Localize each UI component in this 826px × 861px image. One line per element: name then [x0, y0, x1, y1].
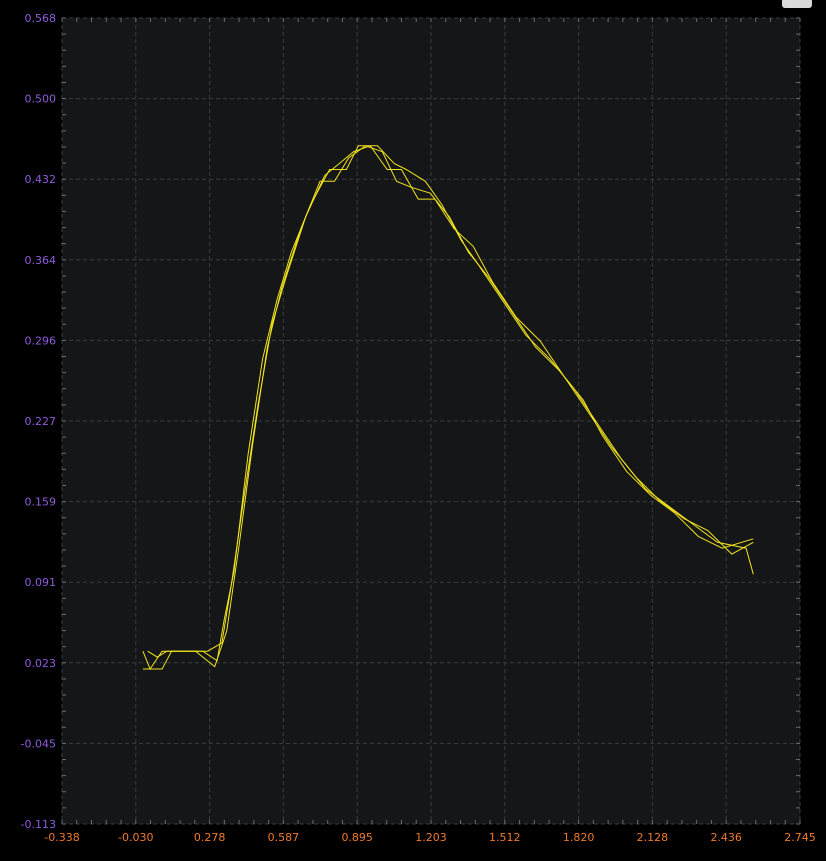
x-tick-label: 1.512	[489, 831, 521, 844]
y-tick-label: 0.159	[25, 496, 57, 509]
x-tick-label: 2.745	[784, 831, 816, 844]
y-tick-label: 0.364	[25, 254, 57, 267]
x-tick-label: 2.436	[710, 831, 742, 844]
y-tick-label: 0.432	[25, 173, 57, 186]
x-tick-label: 2.128	[637, 831, 669, 844]
y-tick-label: 0.296	[25, 334, 57, 347]
x-tick-label: 1.203	[415, 831, 447, 844]
y-tick-label: 0.023	[25, 657, 57, 670]
y-tick-label: -0.113	[21, 818, 56, 831]
corner-handle[interactable]	[782, 0, 812, 8]
y-tick-label: -0.045	[21, 737, 56, 750]
x-tick-label: -0.338	[44, 831, 79, 844]
y-tick-label: 0.091	[25, 576, 57, 589]
chart-frame: 0.568 0.500 0.432 0.364 0.296 0.227 0.159 0.091…	[0, 0, 826, 861]
x-tick-label: 1.820	[563, 831, 595, 844]
line-chart: 0.568 0.500 0.432 0.364 0.296 0.227 0.159 0.091…	[21, 12, 816, 844]
x-tick-label: 0.895	[341, 831, 373, 844]
x-axis-ticks: -0.338 -0.030 0.278 0.587 0.895 1.203 1.512 1.8…	[44, 831, 815, 844]
y-tick-label: 0.227	[25, 415, 57, 428]
x-tick-label: 0.587	[268, 831, 300, 844]
y-tick-label: 0.500	[25, 93, 57, 106]
y-axis-ticks: 0.568 0.500 0.432 0.364 0.296 0.227 0.159 0.091…	[21, 12, 56, 831]
x-tick-label: 0.278	[194, 831, 226, 844]
x-tick-label: -0.030	[118, 831, 153, 844]
y-tick-label: 0.568	[25, 12, 57, 25]
